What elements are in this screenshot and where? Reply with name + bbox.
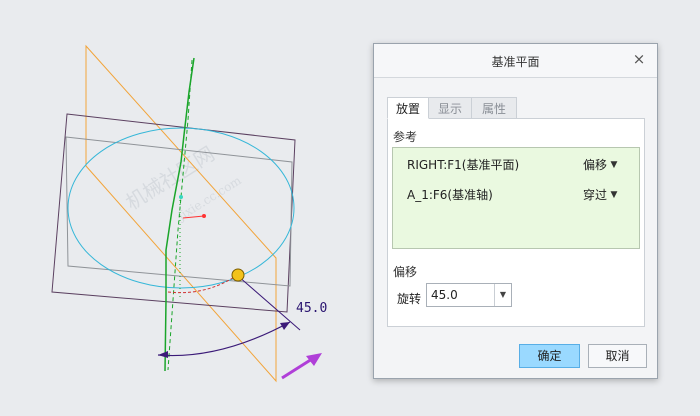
references-label: 参考 — [393, 130, 418, 144]
ok-button[interactable]: 确定 — [519, 344, 580, 368]
rotation-label: 旋转 — [397, 292, 422, 306]
chevron-down-icon[interactable]: ▼ — [609, 156, 619, 174]
reference-row[interactable]: RIGHT:F1(基准平面) 偏移 ▼ — [407, 156, 629, 174]
close-icon[interactable]: × — [630, 50, 648, 68]
tab-placement[interactable]: 放置 — [387, 97, 429, 119]
offset-label: 偏移 — [393, 265, 418, 279]
reference-constraint[interactable]: 穿过 — [583, 186, 607, 204]
references-list[interactable]: RIGHT:F1(基准平面) 偏移 ▼ A_1:F6(基准轴) 穿过 ▼ — [392, 147, 640, 249]
dimension-value[interactable]: 45.0 — [296, 301, 327, 316]
dimension-arrowhead-left — [158, 351, 168, 358]
reference-name: RIGHT:F1(基准平面) — [407, 158, 520, 172]
tab-properties[interactable]: 属性 — [471, 97, 517, 119]
reference-row[interactable]: A_1:F6(基准轴) 穿过 ▼ — [407, 186, 629, 204]
drag-handle[interactable] — [231, 268, 245, 282]
origin-cyan-dot — [179, 195, 183, 199]
chevron-down-icon[interactable]: ▼ — [609, 186, 619, 204]
datum-plane-dialog: 基准平面 × 放置 显示 属性 参考 RIGHT:F1(基准平面) 偏移 ▼ A… — [373, 43, 658, 379]
cancel-button[interactable]: 取消 — [588, 344, 647, 368]
direction-arrow-icon[interactable] — [306, 353, 322, 366]
dialog-title: 基准平面 — [491, 55, 540, 69]
tab-display[interactable]: 显示 — [428, 97, 472, 119]
origin-red-dot — [202, 214, 206, 218]
dialog-titlebar[interactable]: 基准平面 × — [374, 44, 657, 78]
direction-arrow-shaft[interactable] — [281, 357, 313, 380]
chevron-down-icon[interactable]: ▼ — [494, 284, 511, 306]
placement-panel: 参考 RIGHT:F1(基准平面) 偏移 ▼ A_1:F6(基准轴) 穿过 ▼ … — [387, 118, 645, 327]
reference-name: A_1:F6(基准轴) — [407, 188, 493, 202]
rotation-input[interactable]: 45.0 ▼ — [426, 283, 512, 307]
reference-constraint[interactable]: 偏移 — [583, 156, 607, 174]
dimension-arc — [157, 321, 291, 357]
rotation-value[interactable]: 45.0 — [431, 288, 458, 302]
